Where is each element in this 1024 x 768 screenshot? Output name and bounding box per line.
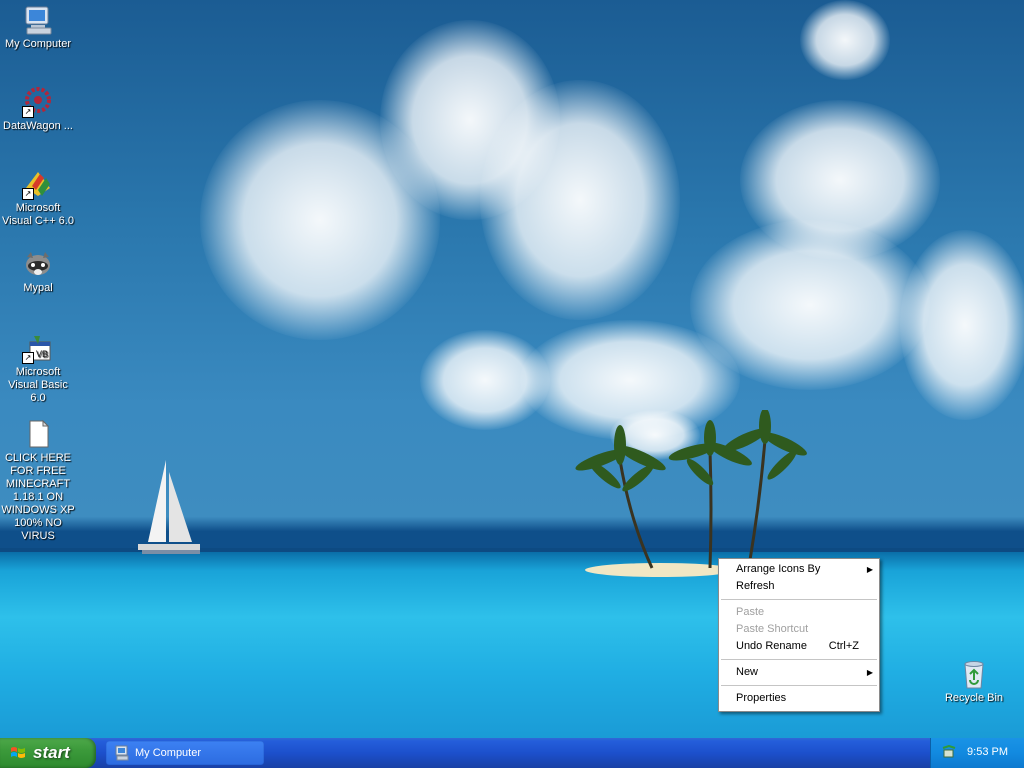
menu-item-shortcut: Ctrl+Z xyxy=(828,640,859,652)
datawagon-icon: ↗ xyxy=(22,86,54,118)
desktop-icon-datawagon[interactable]: ↗ DataWagon ... xyxy=(0,86,76,133)
shortcut-arrow-icon: ↗ xyxy=(22,188,34,200)
text-file-icon xyxy=(22,418,54,450)
taskbar: start My Computer 9:53 PM xyxy=(0,738,1024,768)
submenu-arrow-icon: ▶ xyxy=(866,668,873,677)
computer-icon xyxy=(115,745,129,761)
menu-separator xyxy=(721,599,877,600)
menu-item-new[interactable]: New ▶ xyxy=(719,664,879,681)
clock[interactable]: 9:53 PM xyxy=(967,746,1008,758)
desktop-icon-label: DataWagon ... xyxy=(3,120,73,132)
menu-separator xyxy=(721,685,877,686)
visual-basic-icon: VB ↗ xyxy=(22,332,54,364)
menu-item-arrange-icons-by[interactable]: Arrange Icons By ▶ xyxy=(719,561,879,578)
menu-item-label: Undo Rename xyxy=(736,640,807,652)
desktop-icon-mypal[interactable]: Mypal xyxy=(0,248,76,295)
menu-item-label: Paste xyxy=(736,606,765,618)
menu-item-refresh[interactable]: Refresh xyxy=(719,578,879,595)
network-tray-icon[interactable] xyxy=(941,745,957,761)
system-tray: 9:53 PM xyxy=(930,738,1024,768)
submenu-arrow-icon: ▶ xyxy=(866,565,873,574)
menu-item-label: New xyxy=(736,666,759,678)
menu-item-paste: Paste xyxy=(719,604,879,621)
desktop-icon-minecraft-file[interactable]: CLICK HERE FOR FREE MINECRAFT 1.18.1 ON … xyxy=(0,418,76,543)
taskbar-button-my-computer[interactable]: My Computer xyxy=(106,741,264,765)
desktop-icon-label: My Computer xyxy=(4,38,72,50)
desktop-context-menu: Arrange Icons By ▶ Refresh Paste Paste S… xyxy=(718,558,880,712)
menu-item-label: Refresh xyxy=(736,580,775,592)
desktop-icon-label: Recycle Bin xyxy=(944,692,1004,704)
cloud xyxy=(800,0,890,80)
menu-item-label: Paste Shortcut xyxy=(736,623,809,635)
menu-item-label: Properties xyxy=(736,692,787,704)
desktop-icon-label: Microsoft Visual C++ 6.0 xyxy=(2,202,74,227)
desktop-icon-visual-cpp[interactable]: ↗ Microsoft Visual C++ 6.0 xyxy=(0,168,76,228)
menu-item-properties[interactable]: Properties xyxy=(719,690,879,707)
cloud xyxy=(900,230,1024,420)
shortcut-arrow-icon: ↗ xyxy=(22,106,34,118)
menu-item-undo-rename[interactable]: Undo Rename Ctrl+Z xyxy=(719,638,879,655)
menu-item-paste-shortcut: Paste Shortcut xyxy=(719,621,879,638)
menu-separator xyxy=(721,659,877,660)
start-label: start xyxy=(33,743,70,762)
mypal-raccoon-icon xyxy=(22,248,54,280)
svg-text:VB: VB xyxy=(36,349,48,359)
recycle-bin-icon xyxy=(958,658,990,690)
sailboat-image xyxy=(138,460,200,554)
desktop-icon-visual-basic[interactable]: VB ↗ Microsoft Visual Basic 6.0 xyxy=(0,332,76,405)
computer-icon xyxy=(22,4,54,36)
desktop-icon-label: Mypal xyxy=(23,282,53,294)
windows-flag-icon xyxy=(11,747,25,758)
cloud xyxy=(480,80,680,320)
shortcut-arrow-icon: ↗ xyxy=(22,352,34,364)
menu-item-label: Arrange Icons By xyxy=(736,563,821,575)
palm-trees-image xyxy=(575,410,807,569)
desktop-icon-label: CLICK HERE FOR FREE MINECRAFT 1.18.1 ON … xyxy=(1,452,75,542)
desktop-icon-recycle-bin[interactable]: Recycle Bin xyxy=(936,658,1012,705)
visual-cpp-icon: ↗ xyxy=(22,168,54,200)
desktop-icon-label: Microsoft Visual Basic 6.0 xyxy=(8,366,68,404)
desktop-icon-my-computer[interactable]: My Computer xyxy=(0,4,76,51)
taskbar-button-label: My Computer xyxy=(135,747,202,759)
start-button[interactable]: start xyxy=(0,738,96,768)
